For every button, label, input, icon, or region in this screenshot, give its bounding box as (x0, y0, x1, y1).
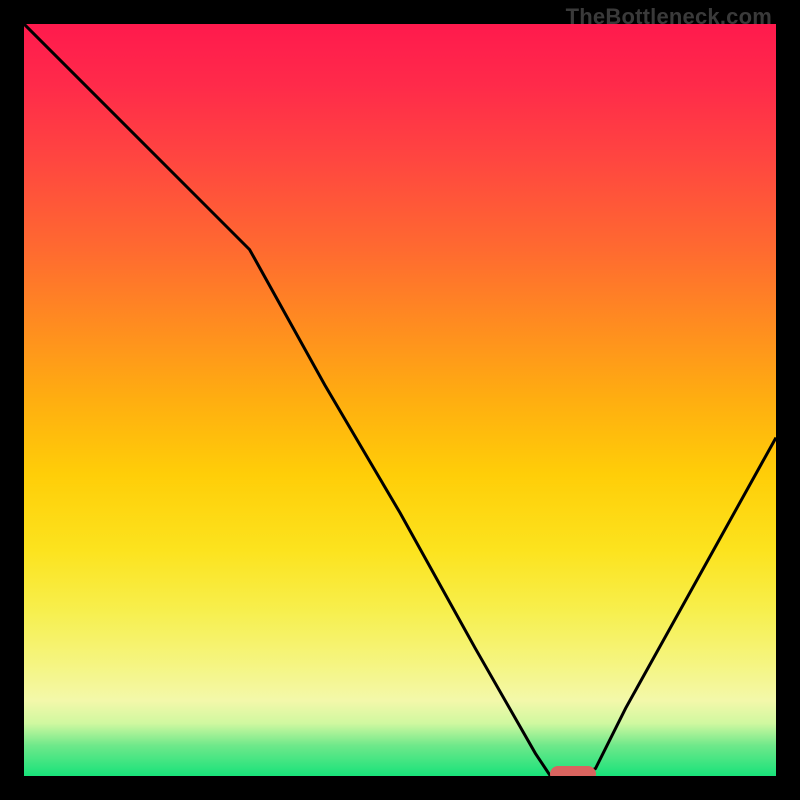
plot-area (24, 24, 776, 776)
watermark-text: TheBottleneck.com (566, 4, 772, 30)
optimal-marker (550, 766, 595, 776)
bottleneck-curve (24, 24, 776, 776)
